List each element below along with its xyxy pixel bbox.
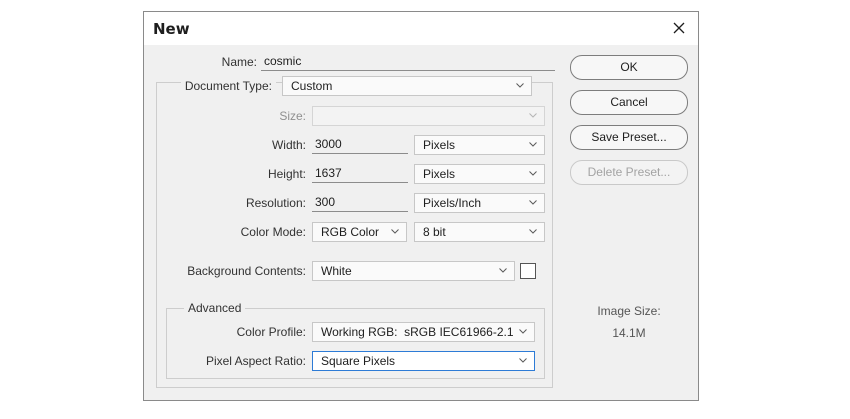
height-unit-select[interactable]: Pixels — [414, 164, 545, 184]
color-mode-label: Color Mode: — [240, 225, 306, 239]
bit-depth-select[interactable]: 8 bit — [414, 222, 545, 242]
color-profile-select[interactable]: Working RGB: sRGB IEC61966-2.1 — [312, 322, 535, 342]
bit-depth-value: 8 bit — [423, 225, 446, 239]
width-input[interactable]: 3000 — [312, 136, 408, 154]
chevron-down-icon — [529, 171, 537, 176]
chevron-down-icon — [529, 229, 537, 234]
height-unit-value: Pixels — [423, 167, 456, 181]
width-unit-value: Pixels — [423, 138, 456, 152]
height-input[interactable]: 1637 — [312, 165, 408, 183]
width-unit-select[interactable]: Pixels — [414, 135, 545, 155]
save-preset-button[interactable]: Save Preset... — [570, 125, 688, 150]
dialog-title: New — [153, 20, 190, 38]
color-profile-label: Color Profile: — [236, 325, 306, 339]
title-bar: New — [144, 12, 698, 45]
chevron-down-icon — [529, 113, 537, 118]
pixel-aspect-ratio-label: Pixel Aspect Ratio: — [205, 354, 306, 368]
chevron-down-icon — [529, 142, 537, 147]
pixel-aspect-ratio-value: Square Pixels — [321, 354, 396, 368]
chevron-down-icon — [391, 229, 399, 234]
chevron-down-icon — [529, 200, 537, 205]
chevron-down-icon — [519, 358, 527, 363]
image-size-value: 14.1M — [612, 326, 646, 340]
resolution-input[interactable]: 300 — [312, 194, 408, 212]
delete-preset-button[interactable]: Delete Preset... — [570, 160, 688, 185]
size-select[interactable] — [312, 106, 545, 126]
ok-button[interactable]: OK — [570, 55, 688, 80]
size-label: Size: — [279, 109, 306, 123]
background-contents-select[interactable]: White — [312, 261, 515, 281]
background-contents-value: White — [321, 264, 352, 278]
pixel-aspect-ratio-select[interactable]: Square Pixels — [312, 351, 535, 371]
resolution-unit-select[interactable]: Pixels/Inch — [414, 193, 545, 213]
advanced-title: Advanced — [184, 301, 246, 315]
background-contents-label: Background Contents: — [187, 264, 306, 278]
chevron-down-icon — [516, 83, 524, 88]
name-label: Name: — [221, 55, 257, 69]
document-type-value: Custom — [291, 79, 333, 93]
resolution-label: Resolution: — [245, 196, 306, 210]
resolution-unit-value: Pixels/Inch — [423, 196, 482, 210]
color-profile-value: Working RGB: sRGB IEC61966-2.1 — [321, 325, 514, 339]
color-mode-value: RGB Color — [321, 225, 380, 239]
image-size-label: Image Size: — [597, 304, 661, 318]
new-document-dialog: New Name: cosmic Document Type: Custom S… — [143, 11, 699, 401]
document-type-label: Document Type: — [180, 79, 276, 93]
background-color-swatch[interactable] — [520, 263, 536, 279]
width-label: Width: — [271, 138, 306, 152]
name-input[interactable]: cosmic — [261, 53, 555, 71]
document-type-select[interactable]: Custom — [282, 76, 532, 96]
close-icon[interactable] — [668, 17, 690, 39]
chevron-down-icon — [519, 329, 527, 334]
height-label: Height: — [267, 167, 306, 181]
cancel-button[interactable]: Cancel — [570, 90, 688, 115]
chevron-down-icon — [499, 268, 507, 273]
color-mode-select[interactable]: RGB Color — [312, 222, 407, 242]
